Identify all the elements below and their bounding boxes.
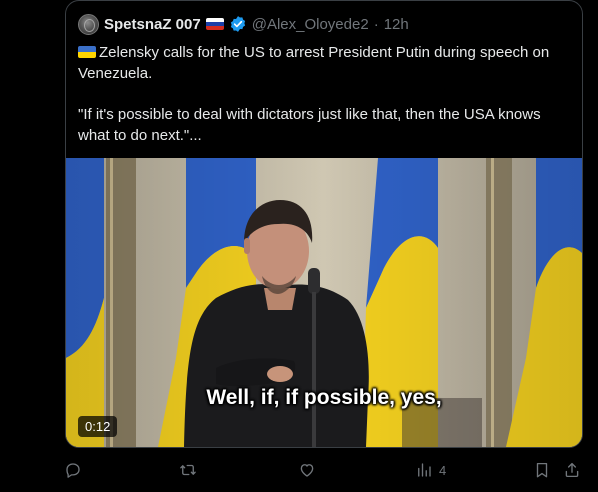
bookmark-button[interactable]: [533, 459, 551, 481]
share-icon: [565, 462, 579, 478]
tweet-header: SpetsnaZ 007 @Alex_Oloyede2 · 12h: [78, 13, 409, 35]
repost-icon: [180, 464, 196, 476]
views-count: 4: [439, 462, 447, 478]
display-name[interactable]: SpetsnaZ 007: [104, 16, 201, 33]
reply-button[interactable]: [64, 459, 82, 481]
user-handle[interactable]: @Alex_Oloyede2: [252, 16, 369, 33]
views-button[interactable]: 4: [415, 459, 446, 481]
like-icon: [300, 464, 314, 477]
tweet-text-quote: "If it's possible to deal with dictators…: [78, 106, 541, 144]
tweet-timestamp[interactable]: 12h: [384, 16, 409, 33]
quoted-tweet-card[interactable]: SpetsnaZ 007 @Alex_Oloyede2 · 12h Zelens…: [65, 0, 583, 448]
video-subtitle: Well, if, if possible, yes,: [206, 386, 442, 409]
repost-button[interactable]: [179, 459, 197, 481]
views-icon: [418, 463, 431, 477]
share-button[interactable]: [563, 459, 581, 481]
avatar[interactable]: [78, 13, 99, 35]
video-player[interactable]: Well, if, if possible, yes, 0:12: [66, 158, 582, 447]
separator-dot: ·: [373, 15, 379, 33]
verified-badge-icon: [230, 16, 245, 32]
ukraine-flag-icon: [78, 46, 96, 58]
like-button[interactable]: [298, 459, 316, 481]
russia-flag-icon: [205, 18, 224, 30]
tweet-text-line1: Zelensky calls for the US to arrest Pres…: [78, 44, 550, 82]
tweet-text: Zelensky calls for the US to arrest Pres…: [78, 42, 570, 146]
tweet-actions-bar: 4: [0, 456, 598, 484]
reply-icon: [66, 463, 80, 478]
video-duration-badge: 0:12: [78, 416, 118, 437]
bookmark-icon: [536, 462, 548, 478]
